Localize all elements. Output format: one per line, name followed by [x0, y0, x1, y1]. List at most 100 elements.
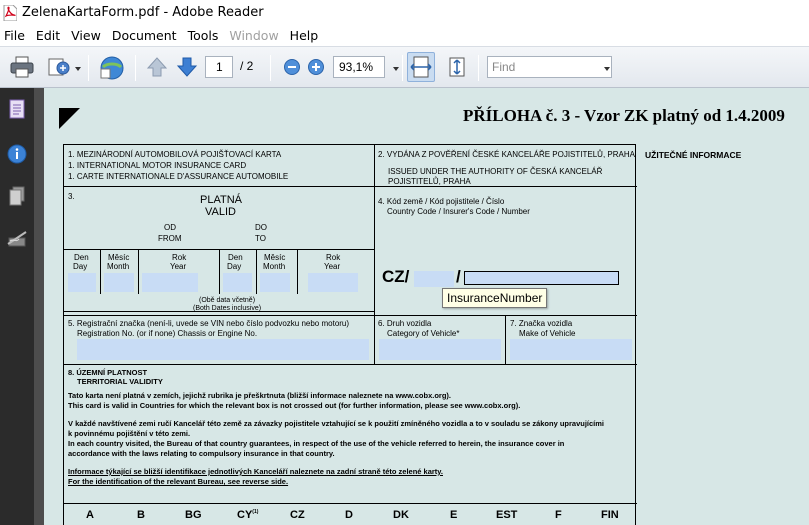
- country-d[interactable]: D: [345, 509, 353, 521]
- pdf-file-icon: [3, 4, 18, 21]
- country-est[interactable]: EST: [496, 509, 517, 521]
- country-cz[interactable]: CZ: [290, 509, 305, 521]
- useful-info-label: UŽITEČNÉ INFORMACE: [645, 150, 742, 160]
- page-total: / 2: [240, 59, 254, 73]
- find-dropdown-icon[interactable]: [604, 67, 610, 71]
- to-year-field[interactable]: [308, 273, 358, 292]
- signatures-icon[interactable]: [6, 228, 28, 250]
- vehicle-category-field[interactable]: [379, 339, 501, 360]
- valid-en-label: VALID: [205, 206, 236, 218]
- menu-edit[interactable]: Edit: [32, 28, 67, 43]
- menu-file[interactable]: File: [0, 28, 32, 43]
- guarantee-en-1: In each country visited, the Bureau of t…: [68, 439, 565, 448]
- country-b[interactable]: B: [137, 509, 145, 521]
- box5-line1: 5. Registrační značka (není-li, uvede se…: [68, 319, 350, 328]
- collaborate-icon[interactable]: [98, 55, 126, 86]
- share-icon[interactable]: [47, 56, 73, 83]
- zoom-out-icon[interactable]: [283, 58, 301, 81]
- box4-line2: Country Code / Insurer's Code / Number: [387, 207, 530, 216]
- insurance-number-tooltip: InsuranceNumber: [442, 288, 548, 308]
- from-month-en-label: Month: [107, 262, 130, 271]
- box8-line2: TERRITORIAL VALIDITY: [77, 377, 163, 386]
- country-e[interactable]: E: [450, 509, 457, 521]
- insurer-code-field[interactable]: [414, 271, 454, 287]
- green-card-form: 1. MEZINÁRODNÍ AUTOMOBILOVÁ POJIŠŤOVACÍ …: [63, 144, 637, 525]
- title-bar: ZelenaKartaForm.pdf - Adobe Reader: [0, 0, 809, 25]
- fit-width-button[interactable]: [407, 52, 435, 82]
- from-month-field[interactable]: [104, 273, 134, 292]
- valid-cz-label: PLATNÁ: [200, 194, 242, 206]
- validity-note-en: This card is valid in Countries for whic…: [68, 401, 521, 410]
- from-day-field[interactable]: [68, 273, 96, 292]
- pdf-page: PŘÍLOHA č. 3 - Vzor ZK platný od 1.4.200…: [44, 88, 809, 525]
- share-dropdown-icon[interactable]: [75, 67, 81, 71]
- zoom-level-input[interactable]: 93,1%: [333, 56, 385, 78]
- page-heading: PŘÍLOHA č. 3 - Vzor ZK platný od 1.4.200…: [463, 106, 785, 125]
- menu-document[interactable]: Document: [108, 28, 184, 43]
- print-icon[interactable]: [10, 56, 34, 83]
- zoom-in-icon[interactable]: [307, 58, 325, 81]
- to-en-label: TO: [255, 234, 266, 243]
- from-year-en-label: Year: [170, 262, 187, 271]
- toolbar-separator: [478, 55, 479, 81]
- box3-number: 3.: [68, 192, 75, 201]
- country-cy[interactable]: CY(1): [237, 509, 258, 521]
- corner-mark: [59, 108, 80, 129]
- box6-line2: Category of Vehicle*: [387, 329, 460, 338]
- box7-line2: Make of Vehicle: [519, 329, 576, 338]
- to-cz-label: DO: [255, 223, 267, 232]
- menu-bar: File Edit View Document Tools Window Hel…: [0, 25, 809, 46]
- menu-view[interactable]: View: [67, 28, 108, 43]
- box2-line2: ISSUED UNDER THE AUTHORITY OF ČESKÁ KANC…: [388, 167, 603, 176]
- guarantee-cz-2: k povinnému pojištění v této zemi.: [68, 429, 191, 438]
- bureau-info-cz: Informace týkající se bližší identifikac…: [68, 467, 443, 476]
- guarantee-cz-1: V každé navštívené zemi ručí Kancelář té…: [68, 419, 605, 428]
- window-title: ZelenaKartaForm.pdf - Adobe Reader: [22, 5, 264, 20]
- box2-line3: POJISTITELŮ, PRAHA: [388, 177, 471, 186]
- to-day-en-label: Day: [227, 262, 242, 271]
- attachments-icon[interactable]: [6, 185, 28, 207]
- both-dates-en: (Both Dates inclusive): [193, 305, 262, 312]
- validity-note-cz: Tato karta není platná v zemích, jejichž…: [68, 391, 452, 400]
- cy-footnote: (1): [252, 509, 259, 515]
- document-view[interactable]: PŘÍLOHA č. 3 - Vzor ZK platný od 1.4.200…: [34, 88, 809, 525]
- to-day-field[interactable]: [223, 273, 252, 292]
- insurance-number-field[interactable]: [464, 271, 619, 285]
- registration-number-field[interactable]: [77, 339, 369, 360]
- find-input[interactable]: Find: [487, 56, 612, 78]
- to-month-field[interactable]: [260, 273, 290, 292]
- country-a[interactable]: A: [86, 509, 94, 521]
- from-cz-label: OD: [164, 223, 176, 232]
- box1-line2: 1. INTERNATIONAL MOTOR INSURANCE CARD: [68, 161, 247, 170]
- from-year-field[interactable]: [142, 273, 198, 292]
- pages-panel-icon[interactable]: [6, 98, 28, 120]
- navigation-pane: [0, 88, 34, 525]
- fit-page-icon[interactable]: [445, 55, 469, 84]
- previous-page-icon[interactable]: [146, 56, 168, 83]
- country-f[interactable]: F: [555, 509, 562, 521]
- info-icon[interactable]: [6, 143, 28, 165]
- country-fin[interactable]: FIN: [601, 509, 619, 521]
- from-en-label: FROM: [158, 234, 182, 243]
- country-dk[interactable]: DK: [393, 509, 409, 521]
- code-separator: /: [456, 267, 461, 286]
- menu-window: Window: [229, 28, 279, 43]
- zoom-dropdown-icon[interactable]: [393, 67, 399, 71]
- toolbar: 1 / 2 93,1% Find: [0, 46, 809, 88]
- box2-line1: 2. VYDÁNA Z POVĚŘENÍ ČESKÉ KANCELÁŘE POJ…: [378, 150, 635, 159]
- toolbar-separator: [135, 55, 136, 81]
- box1-line3: 1. CARTE INTERNATIONALE D'ASSURANCE AUTO…: [68, 172, 289, 181]
- from-day-en-label: Day: [73, 262, 88, 271]
- page-number-input[interactable]: 1: [205, 56, 233, 78]
- box7-line1: 7. Značka vozidla: [510, 319, 573, 328]
- next-page-icon[interactable]: [176, 56, 198, 83]
- box1-line1: 1. MEZINÁRODNÍ AUTOMOBILOVÁ POJIŠŤOVACÍ …: [68, 150, 282, 159]
- vehicle-make-field[interactable]: [510, 339, 632, 360]
- menu-help[interactable]: Help: [286, 28, 326, 43]
- box5-line2: Registration No. (or if none) Chassis or…: [77, 329, 258, 338]
- country-bg[interactable]: BG: [185, 509, 202, 521]
- toolbar-separator: [402, 55, 403, 81]
- menu-tools[interactable]: Tools: [184, 28, 226, 43]
- to-month-en-label: Month: [263, 262, 286, 271]
- box4-line1: 4. Kód země / Kód pojistitele / Číslo: [378, 197, 505, 206]
